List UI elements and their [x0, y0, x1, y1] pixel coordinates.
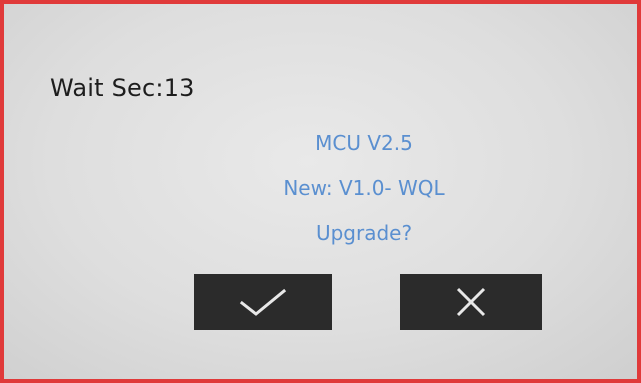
- new-version: New: V1.0- WQL: [283, 176, 445, 200]
- mcu-version: MCU V2.5: [315, 131, 413, 155]
- confirm-button[interactable]: [194, 274, 332, 330]
- cancel-button[interactable]: [400, 274, 542, 330]
- checkmark-icon: [238, 287, 288, 317]
- upgrade-prompt: Upgrade?: [315, 221, 413, 245]
- wait-countdown: Wait Sec:13: [50, 74, 195, 102]
- screen-frame: Wait Sec:13 MCU V2.5 New: V1.0- WQL Upgr…: [0, 0, 641, 383]
- x-icon: [454, 285, 488, 319]
